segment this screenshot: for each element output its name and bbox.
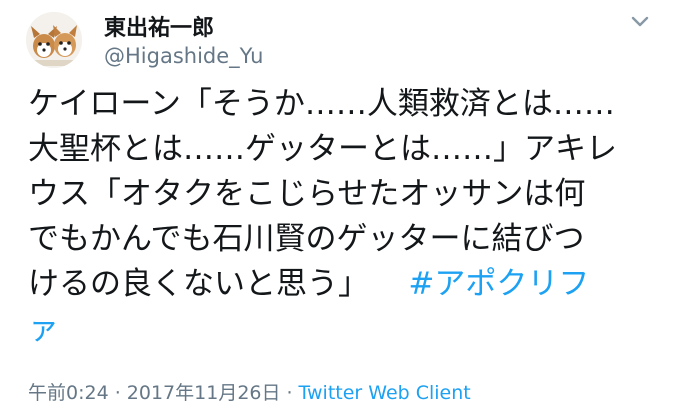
tweet-meta: 午前0:24 · 2017年11月26日 · Twitter Web Client bbox=[28, 378, 471, 405]
tweet-line: ケイローン「そうか……人類救済とは…… bbox=[28, 86, 615, 122]
tweet-text: ケイローン「そうか……人類救済とは…… 大聖杯とは……ゲッターとは……」アキレ … bbox=[28, 82, 658, 352]
client-link[interactable]: Twitter Web Client bbox=[299, 382, 471, 404]
tweet-line: でもかんでも石川賢のゲッターに結びつ bbox=[28, 221, 585, 257]
tweet-timestamp[interactable]: 午前0:24 · 2017年11月26日 bbox=[28, 382, 281, 404]
tweet-line: けるの良くないと思う」 bbox=[28, 266, 369, 302]
tweet-line: 大聖杯とは……ゲッターとは……」アキレ bbox=[28, 131, 617, 167]
display-name[interactable]: 東出祐一郎 bbox=[104, 10, 214, 42]
dog-avatar-icon bbox=[26, 12, 82, 68]
tweet-line: ウス「オタクをこじらせたオッサンは何 bbox=[28, 176, 586, 212]
hashtag-link-continuation[interactable]: ァ bbox=[28, 311, 59, 347]
user-handle[interactable]: @Higashide_Yu bbox=[104, 44, 263, 68]
chevron-down-icon[interactable] bbox=[630, 12, 650, 32]
tweet-card: 東出祐一郎 @Higashide_Yu ケイローン「そうか……人類救済とは…… … bbox=[0, 0, 675, 413]
avatar[interactable] bbox=[26, 12, 82, 68]
meta-separator: · bbox=[286, 382, 293, 404]
hashtag-link[interactable]: #アポクリフ bbox=[408, 266, 589, 302]
